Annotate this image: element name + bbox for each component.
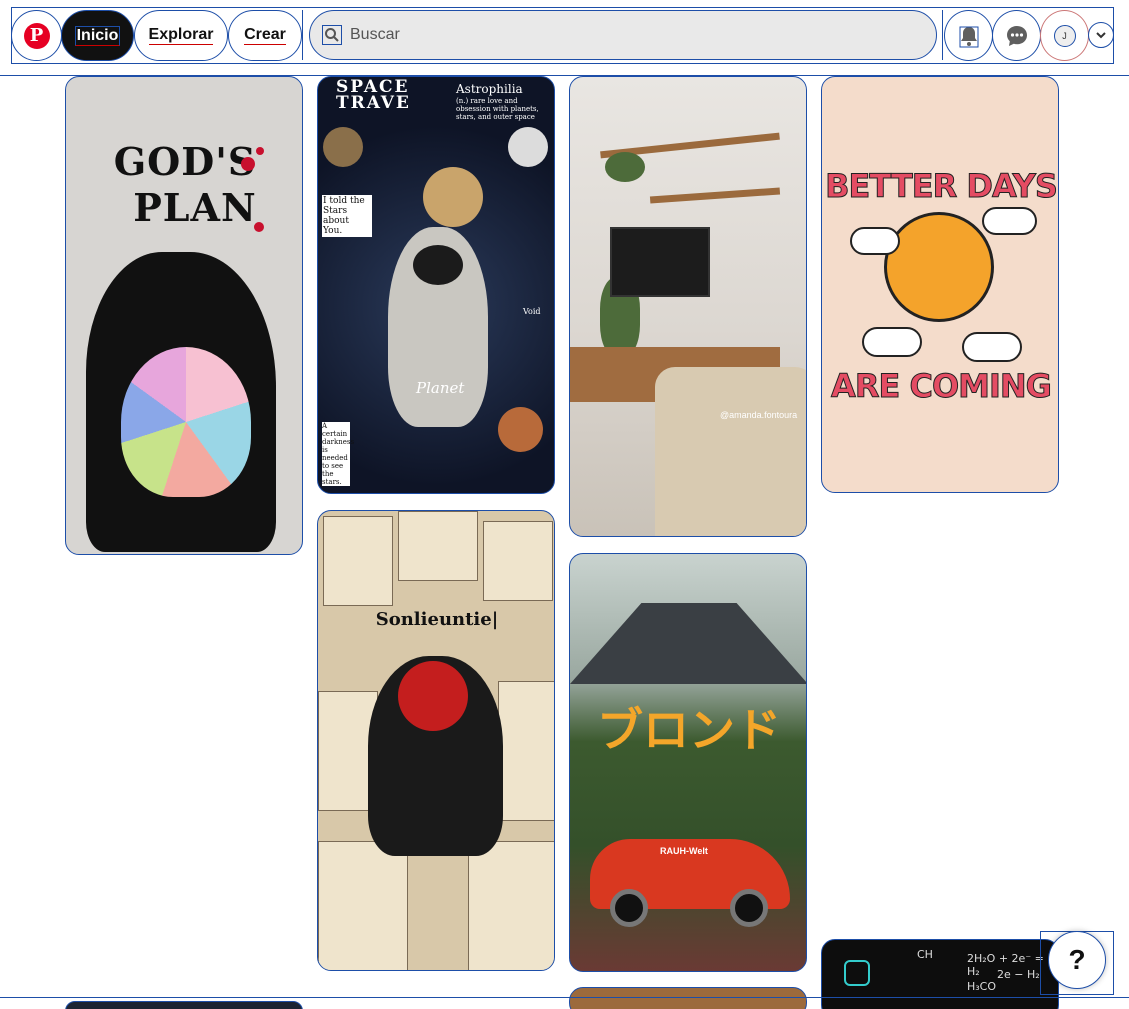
divider: [0, 997, 1129, 998]
pin-card[interactable]: [65, 1001, 303, 1009]
pin-card[interactable]: [569, 987, 807, 1009]
pin-card[interactable]: ブロンド RAUH-Welt: [569, 553, 807, 972]
pin-text: SPACE TRAVE: [336, 77, 411, 113]
pin-card[interactable]: BETTER DAYS ARE COMING: [821, 76, 1059, 493]
top-nav-bar: P Inicio Explorar Crear J: [0, 0, 1129, 76]
avatar: J: [1053, 24, 1076, 47]
pin-image: 2H₂O + 2e⁻ = H₂ H₃CO CH 2e − H₂: [822, 940, 1058, 1009]
pin-text: PLAN: [133, 185, 257, 230]
pin-text: Sonlieuntie|: [375, 609, 499, 630]
pin-card[interactable]: @amanda.fontoura: [569, 76, 807, 537]
nav-create-label: Crear: [244, 26, 286, 45]
chat-icon: [1006, 25, 1027, 46]
pin-card[interactable]: SPACE TRAVE Astrophilia (n.) rare love a…: [317, 76, 555, 494]
search-bar[interactable]: [309, 10, 937, 60]
pin-text: I told the Stars about You.: [322, 195, 372, 237]
chevron-down-icon: [1096, 32, 1106, 39]
pin-text: ARE COMING: [831, 367, 1053, 406]
pin-image: @amanda.fontoura: [570, 77, 806, 536]
pin-text: CH: [917, 948, 933, 961]
search-icon: [322, 25, 342, 45]
divider: [942, 10, 943, 60]
nav-explore-tab[interactable]: Explorar: [134, 10, 228, 61]
pin-text: H₃CO: [967, 980, 997, 993]
profile-button[interactable]: J: [1040, 10, 1089, 61]
pin-text: A certain darkness is needed to see the …: [322, 422, 355, 486]
help-button[interactable]: ?: [1048, 931, 1106, 989]
notifications-button[interactable]: [944, 10, 993, 61]
nav-home-label: Inicio: [74, 25, 121, 46]
nav-home-tab[interactable]: Inicio: [61, 10, 134, 61]
messages-button[interactable]: [992, 10, 1041, 61]
account-menu-button[interactable]: [1088, 22, 1114, 48]
pin-card[interactable]: GOD'S PLAN: [65, 76, 303, 555]
pin-text: ブロンド: [597, 703, 781, 757]
pin-text: BETTER DAYS: [825, 167, 1058, 206]
pin-text: Planet: [416, 379, 465, 397]
pinterest-logo-button[interactable]: P: [11, 10, 62, 61]
nav-explore-label: Explorar: [148, 26, 214, 45]
pin-text: Astrophilia: [456, 82, 523, 96]
pin-credit: @amanda.fontoura: [720, 410, 798, 420]
pinterest-logo-icon: P: [23, 22, 50, 49]
search-input[interactable]: [350, 26, 910, 44]
pin-image: BETTER DAYS ARE COMING: [822, 77, 1058, 492]
pin-text: RAUH-Welt: [660, 846, 708, 856]
pin-text: (n.) rare love and obsession with planet…: [456, 97, 539, 121]
divider: [302, 10, 303, 60]
nav-create-tab[interactable]: Crear: [228, 10, 302, 61]
pin-image: ブロンド RAUH-Welt: [570, 554, 806, 971]
pin-card[interactable]: Sonlieuntie|: [317, 510, 555, 971]
pin-card[interactable]: 2H₂O + 2e⁻ = H₂ H₃CO CH 2e − H₂: [821, 939, 1059, 1009]
pin-image: Sonlieuntie|: [318, 511, 554, 970]
pin-image: GOD'S PLAN: [66, 77, 302, 554]
infinity-icon: [844, 960, 870, 986]
pin-text: 2e − H₂: [997, 968, 1040, 981]
pin-text: Void: [523, 307, 541, 316]
pin-image: SPACE TRAVE Astrophilia (n.) rare love a…: [318, 77, 554, 493]
bell-icon: [959, 26, 978, 47]
pin-text: GOD'S: [113, 139, 257, 184]
